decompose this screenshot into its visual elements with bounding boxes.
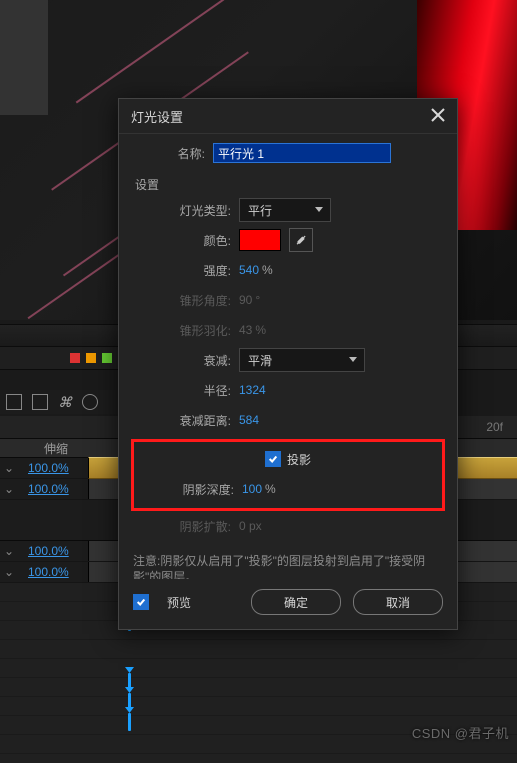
stretch-value[interactable]: 100.0% <box>28 565 88 579</box>
name-input[interactable] <box>213 143 391 163</box>
falloff-dropdown[interactable]: 平滑 <box>239 348 365 372</box>
name-label: 名称: <box>133 145 213 162</box>
light-type-value: 平行 <box>248 202 272 219</box>
close-icon[interactable] <box>431 108 445 125</box>
falloff-value: 平滑 <box>248 352 272 369</box>
cone-feather-unit: % <box>255 323 266 337</box>
shadow-diffusion-value: 0 px <box>239 519 262 533</box>
color-swatch[interactable] <box>239 229 281 251</box>
light-type-label: 灯光类型: <box>133 202 239 219</box>
shadow-note-text: 注意:阴影仅从启用了"投影"的图层投射到启用了"接受阴影"的图层。 <box>133 553 443 579</box>
keyframe-marker[interactable] <box>128 713 131 731</box>
shadow-depth-label: 阴影深度: <box>136 481 242 498</box>
chevron-down-icon[interactable]: ⌄ <box>0 544 18 558</box>
falloff-distance-value[interactable]: 584 <box>239 413 259 427</box>
radius-value[interactable]: 1324 <box>239 383 266 397</box>
cancel-button[interactable]: 取消 <box>353 589 443 615</box>
intensity-value[interactable]: 540 <box>239 263 259 277</box>
eyedropper-icon[interactable] <box>289 228 313 252</box>
cone-angle-value: 90 <box>239 293 252 307</box>
stretch-value[interactable]: 100.0% <box>28 461 88 475</box>
shadow-diffusion-label: 阴影扩散: <box>133 518 239 535</box>
ok-button[interactable]: 确定 <box>251 589 341 615</box>
fx-icon[interactable]: ⌘ <box>58 394 72 411</box>
settings-section-label: 设置 <box>135 176 443 193</box>
timeline-toolbar: ⌘ <box>0 390 126 414</box>
dialog-title: 灯光设置 <box>131 107 183 126</box>
light-type-dropdown[interactable]: 平行 <box>239 198 331 222</box>
toolbar-icon[interactable] <box>82 394 98 410</box>
chevron-down-icon[interactable]: ⌄ <box>0 461 18 475</box>
cone-angle-unit: ° <box>255 293 260 307</box>
chevron-down-icon[interactable]: ⌄ <box>0 482 18 496</box>
shadow-depth-value[interactable]: 100 <box>242 482 262 496</box>
time-indicator: 20f <box>486 416 503 438</box>
intensity-label: 强度: <box>133 262 239 279</box>
cast-shadow-checkbox[interactable] <box>265 451 281 467</box>
preview-label: 预览 <box>167 594 191 611</box>
dialog-titlebar[interactable]: 灯光设置 <box>119 99 457 134</box>
shadow-depth-unit: % <box>265 482 276 496</box>
watermark: CSDN @君子机 <box>412 723 509 742</box>
cone-angle-label: 锥形角度: <box>133 292 239 309</box>
highlight-annotation: 投影 阴影深度: 100 % <box>131 439 445 511</box>
preview-checkbox[interactable] <box>133 594 149 610</box>
toolbar-icon[interactable] <box>32 394 48 410</box>
stretch-value[interactable]: 100.0% <box>28 544 88 558</box>
light-settings-dialog: 灯光设置 名称: 设置 灯光类型: 平行 颜色: 强度: 540 % <box>118 98 458 630</box>
toolbar-icon[interactable] <box>6 394 22 410</box>
color-label: 颜色: <box>133 232 239 249</box>
cone-feather-value: 43 <box>239 323 252 337</box>
stretch-value[interactable]: 100.0% <box>28 482 88 496</box>
radius-label: 半径: <box>133 382 239 399</box>
cone-feather-label: 锥形羽化: <box>133 322 239 339</box>
cast-shadow-label: 投影 <box>287 451 311 468</box>
falloff-label: 衰减: <box>133 352 239 369</box>
intensity-unit: % <box>262 263 273 277</box>
falloff-distance-label: 衰减距离: <box>133 412 239 429</box>
chevron-down-icon[interactable]: ⌄ <box>0 565 18 579</box>
